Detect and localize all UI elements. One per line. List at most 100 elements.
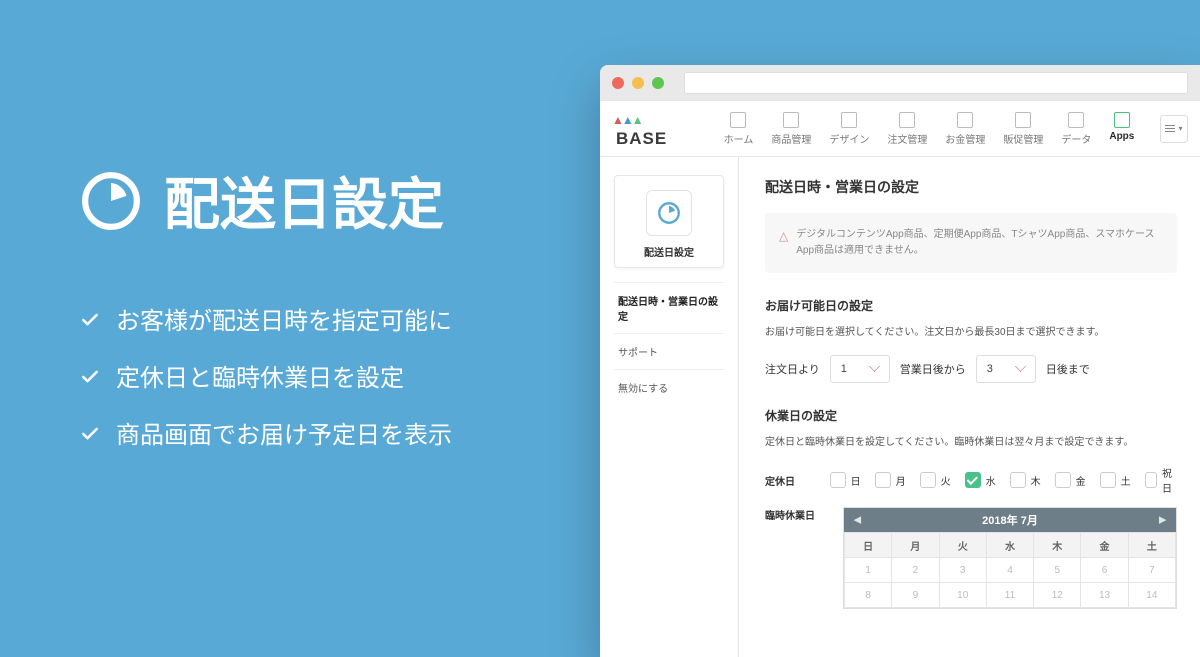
- calendar-day[interactable]: 1: [845, 558, 892, 583]
- brand-logo[interactable]: ▲▲▲ BASE: [612, 109, 702, 149]
- sidebar-link[interactable]: 無効にする: [614, 369, 724, 405]
- brand-name: BASE: [616, 129, 667, 148]
- checkmark-icon: [80, 423, 100, 443]
- marketing-feature-text: お客様が配送日時を指定可能に: [116, 301, 452, 336]
- maximize-icon[interactable]: [652, 77, 664, 89]
- weekday-checkbox[interactable]: 土: [1100, 465, 1131, 495]
- nav-item-icon: [899, 112, 915, 128]
- marketing-panel: 配送日設定 お客様が配送日時を指定可能に 定休日と臨時休業日を設定 商品画面でお…: [80, 160, 540, 472]
- minimize-icon[interactable]: [632, 77, 644, 89]
- weekday-checkbox[interactable]: 祝日: [1145, 465, 1177, 495]
- warning-text: デジタルコンテンツApp商品、定期便App商品、TシャツApp商品、スマホケース…: [796, 227, 1163, 259]
- calendar-title: 2018年 7月: [982, 512, 1038, 528]
- nav-item-お金管理[interactable]: お金管理: [945, 112, 985, 146]
- browser-window: ▲▲▲ BASE ホーム商品管理デザイン注文管理お金管理販促管理データApps …: [600, 65, 1200, 657]
- marketing-title-text: 配送日設定: [164, 160, 444, 241]
- calendar-day[interactable]: 2: [892, 558, 939, 583]
- regular-holiday-label: 定休日: [765, 473, 824, 488]
- to-days-select[interactable]: 3: [976, 355, 1036, 383]
- calendar: ◀ 2018年 7月 ▶ 日月火水木金土 1234567891011121314: [843, 507, 1177, 609]
- nav-item-label: お金管理: [945, 131, 985, 146]
- sidebar-app-card: 配送日設定: [614, 175, 724, 268]
- calendar-weekday: 土: [1128, 533, 1175, 558]
- calendar-prev-icon[interactable]: ◀: [854, 515, 861, 526]
- calendar-day[interactable]: 13: [1081, 583, 1128, 608]
- calendar-next-icon[interactable]: ▶: [1159, 515, 1166, 526]
- calendar-day[interactable]: 9: [892, 583, 939, 608]
- calendar-day[interactable]: 7: [1128, 558, 1175, 583]
- nav-item-icon: [1068, 112, 1084, 128]
- weekday-label: 火: [941, 473, 951, 488]
- marketing-title: 配送日設定: [80, 160, 540, 241]
- nav-item-Apps[interactable]: Apps: [1109, 112, 1134, 146]
- calendar-weekday: 水: [986, 533, 1033, 558]
- checkmark-icon: [80, 309, 100, 329]
- from-days-select[interactable]: 1: [830, 355, 890, 383]
- section-heading-holiday: 休業日の設定: [765, 407, 1177, 424]
- calendar-day[interactable]: 14: [1128, 583, 1175, 608]
- clock-icon: [80, 170, 142, 232]
- calendar-day[interactable]: 10: [939, 583, 986, 608]
- nav-item-icon: [730, 112, 746, 128]
- weekday-label: 金: [1076, 473, 1086, 488]
- checkbox-icon: [1145, 472, 1157, 488]
- calendar-day[interactable]: 8: [845, 583, 892, 608]
- menu-button[interactable]: ▾: [1160, 115, 1188, 143]
- weekday-label: 祝日: [1162, 465, 1177, 495]
- main-panel: 配送日時・営業日の設定 △ デジタルコンテンツApp商品、定期便App商品、Tシ…: [739, 157, 1200, 657]
- checkbox-icon: [875, 472, 891, 488]
- nav-item-icon: [957, 112, 973, 128]
- sidebar: 配送日設定 配送日時・営業日の設定サポート無効にする: [600, 157, 739, 657]
- chevron-down-icon: ▾: [1178, 124, 1182, 133]
- checkbox-icon: [965, 472, 981, 488]
- section-heading-delivery: お届け可能日の設定: [765, 297, 1177, 314]
- weekday-checkbox[interactable]: 日: [830, 465, 861, 495]
- calendar-day[interactable]: 12: [1034, 583, 1081, 608]
- calendar-day[interactable]: 6: [1081, 558, 1128, 583]
- calendar-weekday: 月: [892, 533, 939, 558]
- calendar-day[interactable]: 11: [986, 583, 1033, 608]
- warning-banner: △ デジタルコンテンツApp商品、定期便App商品、TシャツApp商品、スマホケ…: [765, 213, 1177, 273]
- checkbox-icon: [920, 472, 936, 488]
- nav-item-ホーム[interactable]: ホーム: [724, 112, 754, 146]
- marketing-feature: お客様が配送日時を指定可能に: [80, 301, 540, 336]
- close-icon[interactable]: [612, 77, 624, 89]
- nav-item-label: 商品管理: [771, 131, 811, 146]
- nav-item-データ[interactable]: データ: [1061, 112, 1091, 146]
- page-title: 配送日時・営業日の設定: [765, 177, 1177, 197]
- sidebar-app-title: 配送日設定: [615, 244, 723, 259]
- checkbox-icon: [1100, 472, 1116, 488]
- weekday-checkbox[interactable]: 水: [965, 465, 996, 495]
- nav-item-icon: [841, 112, 857, 128]
- calendar-day[interactable]: 5: [1034, 558, 1081, 583]
- url-bar[interactable]: [684, 72, 1188, 94]
- checkbox-icon: [1055, 472, 1071, 488]
- weekday-label: 月: [896, 473, 906, 488]
- top-nav: ▲▲▲ BASE ホーム商品管理デザイン注文管理お金管理販促管理データApps …: [600, 101, 1200, 157]
- weekday-checkbox[interactable]: 月: [875, 465, 906, 495]
- clock-icon: [646, 190, 692, 236]
- nav-item-販促管理[interactable]: 販促管理: [1003, 112, 1043, 146]
- calendar-weekday: 日: [845, 533, 892, 558]
- calendar-header: ◀ 2018年 7月 ▶: [844, 508, 1176, 532]
- to-label: 営業日後から: [900, 361, 966, 377]
- checkmark-icon: [80, 366, 100, 386]
- nav-item-注文管理[interactable]: 注文管理: [887, 112, 927, 146]
- window-titlebar: [600, 65, 1200, 101]
- nav-item-商品管理[interactable]: 商品管理: [771, 112, 811, 146]
- regular-holiday-row: 定休日 日 月 火水 木 金土 祝日: [765, 465, 1177, 495]
- calendar-day[interactable]: 3: [939, 558, 986, 583]
- nav-item-label: デザイン: [829, 131, 869, 146]
- weekday-label: 木: [1031, 473, 1041, 488]
- weekday-checkbox[interactable]: 木: [1010, 465, 1041, 495]
- warning-icon: △: [779, 227, 788, 259]
- nav-item-label: 注文管理: [887, 131, 927, 146]
- calendar-weekday: 木: [1034, 533, 1081, 558]
- weekday-checkbox[interactable]: 火: [920, 465, 951, 495]
- nav-item-デザイン[interactable]: デザイン: [829, 112, 869, 146]
- nav-item-label: ホーム: [724, 131, 754, 146]
- sidebar-link[interactable]: 配送日時・営業日の設定: [614, 282, 724, 333]
- weekday-checkbox[interactable]: 金: [1055, 465, 1086, 495]
- calendar-day[interactable]: 4: [986, 558, 1033, 583]
- sidebar-link[interactable]: サポート: [614, 333, 724, 369]
